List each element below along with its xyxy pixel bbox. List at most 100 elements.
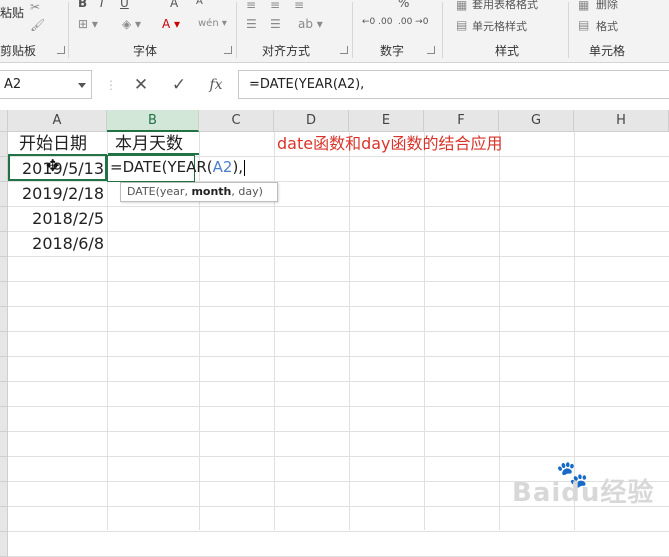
row-header[interactable] — [0, 157, 8, 182]
group-clipboard: 剪贴板 — [0, 44, 37, 58]
cell-a4[interactable]: 2018/2/5 — [8, 208, 104, 230]
cell-b2-editor[interactable]: =DATE(YEAR(A2), — [107, 155, 246, 182]
decrease-decimal-button[interactable]: .00 →0 — [398, 17, 428, 27]
gridline — [8, 431, 669, 432]
percent-button[interactable]: % — [398, 0, 409, 10]
edit-text-end: ), — [232, 158, 244, 176]
column-header-d[interactable]: D — [274, 110, 349, 132]
row-header[interactable] — [0, 182, 8, 207]
row-header[interactable] — [0, 407, 8, 432]
cell-a1[interactable]: 开始日期 — [19, 133, 87, 155]
cancel-button[interactable]: ✕ — [130, 74, 152, 96]
align-left-icon[interactable]: ☰ — [246, 17, 257, 31]
row-header[interactable] — [0, 132, 8, 157]
gridline — [8, 456, 669, 457]
gridline — [8, 231, 669, 232]
font-launcher-icon[interactable] — [224, 46, 232, 54]
column-header-f[interactable]: F — [424, 110, 499, 132]
insert-function-button[interactable]: fx — [205, 74, 227, 96]
row-header[interactable] — [0, 482, 8, 507]
row-header[interactable] — [0, 532, 8, 557]
cut-icon[interactable]: ✂ — [30, 0, 40, 14]
border-icon[interactable]: ⊞ ▾ — [78, 17, 98, 31]
align-top-icon[interactable]: ≡ — [246, 0, 256, 12]
group-divider — [352, 2, 353, 58]
italic-button[interactable]: I — [100, 0, 104, 10]
delete-button[interactable]: 删除 — [596, 0, 618, 12]
column-header-c[interactable]: C — [199, 110, 274, 132]
move-cursor-icon: ✥ — [46, 156, 60, 175]
gridline — [8, 206, 669, 207]
row-header[interactable] — [0, 432, 8, 457]
fill-color-icon[interactable]: ◈ ▾ — [122, 17, 141, 31]
font-color-icon[interactable]: A ▾ — [162, 17, 180, 31]
gridline — [8, 331, 669, 332]
chevron-down-icon[interactable] — [78, 83, 86, 88]
font-grow-button[interactable]: A — [170, 0, 178, 10]
row-header[interactable] — [0, 207, 8, 232]
row-header[interactable] — [0, 382, 8, 407]
orientation-icon[interactable]: ab ▾ — [298, 17, 323, 31]
row-header[interactable] — [0, 507, 8, 532]
tooltip-rest: , day) — [231, 185, 263, 198]
row-header[interactable] — [0, 457, 8, 482]
drag-handle-icon[interactable]: ⋮ — [100, 74, 122, 96]
edit-text-start: =DATE(YEAR( — [110, 158, 213, 176]
row-header[interactable] — [0, 332, 8, 357]
align-center-icon[interactable]: ☰ — [270, 17, 281, 31]
underline-button[interactable]: U — [120, 0, 129, 10]
column-header-g[interactable]: G — [499, 110, 574, 132]
align-middle-icon[interactable]: ≡ — [270, 0, 280, 12]
format-painter-icon[interactable]: 🖌 — [30, 18, 45, 32]
row-header[interactable] — [0, 307, 8, 332]
name-box-value: A2 — [4, 77, 22, 92]
delete-cells-icon[interactable]: ▦ — [578, 0, 589, 12]
paste-button[interactable]: 粘贴 — [0, 4, 24, 21]
tooltip-func: DATE(year, — [127, 185, 192, 198]
column-header-h[interactable]: H — [574, 110, 669, 132]
bold-button[interactable]: B — [78, 0, 87, 10]
row-header[interactable] — [0, 257, 8, 282]
row-header[interactable] — [0, 232, 8, 257]
column-header-e[interactable]: E — [349, 110, 424, 132]
format-as-table-button[interactable]: 套用表格格式 — [472, 0, 538, 12]
clipboard-launcher-icon[interactable] — [57, 46, 65, 54]
group-divider — [442, 2, 443, 58]
number-launcher-icon[interactable] — [427, 46, 435, 54]
enter-button[interactable]: ✓ — [168, 74, 190, 96]
group-font: 字体 — [133, 44, 158, 58]
cell-a5[interactable]: 2018/6/8 — [8, 233, 104, 255]
gridline — [8, 531, 669, 532]
align-bottom-icon[interactable]: ≡ — [294, 0, 304, 12]
format-cells-icon[interactable]: ▤ — [578, 18, 589, 32]
text-caret — [244, 159, 246, 176]
formula-input[interactable]: =DATE(YEAR(A2), — [238, 70, 669, 99]
cell-a3[interactable]: 2019/2/18 — [8, 183, 104, 205]
group-number: 数字 — [380, 44, 405, 58]
select-all-corner[interactable] — [0, 110, 8, 132]
row-header[interactable] — [0, 282, 8, 307]
table-format-icon[interactable]: ▦ — [456, 0, 467, 12]
font-shrink-button[interactable]: A — [196, 0, 203, 7]
edit-text-ref: A2 — [212, 158, 233, 176]
formula-bar: A2 ⋮ ✕ ✓ fx =DATE(YEAR(A2), — [0, 70, 669, 100]
ribbon: 粘贴 ✂ 🖌 B I U A A ⊞ ▾ ◈ ▾ A ▾ wén ▾ ≡ ≡ ≡… — [0, 0, 669, 63]
cell-styles-button[interactable]: 单元格样式 — [472, 18, 527, 34]
row-header[interactable] — [0, 357, 8, 382]
group-divider — [68, 2, 69, 58]
alignment-launcher-icon[interactable] — [340, 46, 348, 54]
gridline — [8, 356, 669, 357]
column-header-a[interactable]: A — [8, 110, 107, 132]
column-header-b[interactable]: B — [107, 110, 199, 132]
increase-decimal-button[interactable]: ←0 .00 — [362, 17, 392, 27]
phonetic-icon[interactable]: wén ▾ — [198, 17, 227, 31]
group-alignment: 对齐方式 — [262, 44, 311, 58]
gridline — [8, 381, 669, 382]
format-button[interactable]: 格式 — [596, 18, 618, 34]
cell-styles-icon[interactable]: ▤ — [456, 18, 467, 32]
cell-b1[interactable]: 本月天数 — [115, 133, 183, 155]
tooltip-current-arg[interactable]: month — [191, 185, 231, 198]
name-box[interactable]: A2 — [0, 70, 92, 99]
title-note: date函数和day函数的结合应用 — [277, 134, 503, 153]
gridline — [8, 406, 669, 407]
